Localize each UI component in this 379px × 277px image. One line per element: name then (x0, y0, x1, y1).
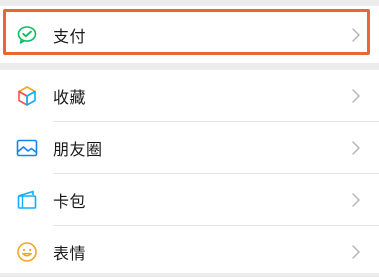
chevron-right-icon (351, 244, 361, 260)
chevron-right-icon (351, 140, 361, 156)
chevron-right-icon (351, 88, 361, 104)
menu-item-payment[interactable]: 支付 (0, 6, 379, 63)
card-wallet-icon (15, 188, 39, 212)
menu-item-label: 收藏 (53, 87, 87, 107)
menu-item-label: 表情 (53, 243, 87, 263)
menu-item-favorites[interactable]: 收藏 (0, 70, 379, 121)
chevron-right-icon (351, 27, 361, 43)
menu-item-moments[interactable]: 朋友圈 (0, 122, 379, 173)
payment-group: 支付 (0, 6, 379, 63)
menu-item-card-wallet[interactable]: 卡包 (0, 174, 379, 225)
services-group: 收藏 朋友圈 卡包 表情 (0, 70, 379, 273)
menu-item-stickers[interactable]: 表情 (0, 226, 379, 277)
sticker-smiley-icon (15, 240, 39, 264)
favorites-cube-icon (15, 84, 39, 108)
menu-item-label: 支付 (53, 26, 87, 46)
menu-item-label: 朋友圈 (53, 139, 103, 159)
wechat-pay-icon (15, 23, 39, 47)
chevron-right-icon (351, 192, 361, 208)
menu-item-label: 卡包 (53, 191, 87, 211)
moments-image-icon (15, 136, 39, 160)
